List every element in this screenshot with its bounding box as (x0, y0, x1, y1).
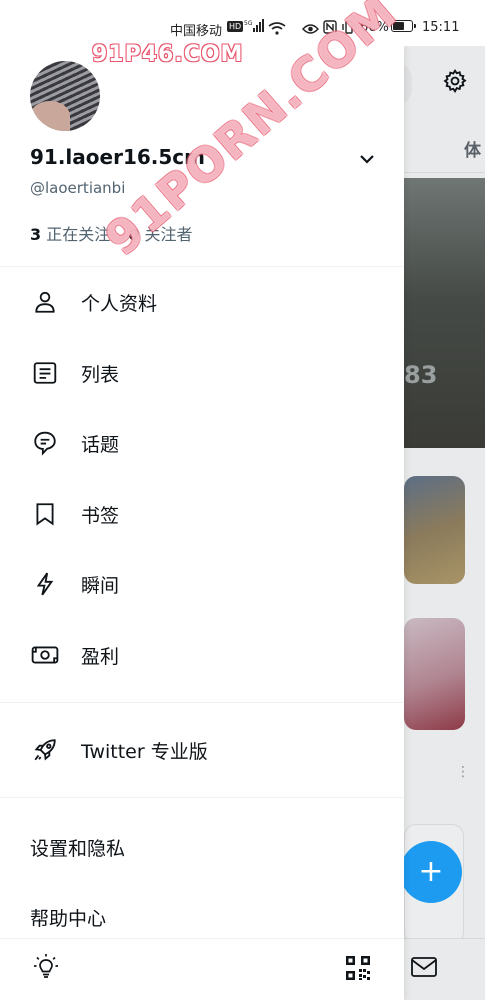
list-icon (31, 359, 59, 387)
menu-item-label: 个人资料 (81, 292, 158, 315)
menu-item-lists[interactable]: 列表 (0, 343, 404, 403)
watermark-top: 91P46.COM (92, 42, 244, 67)
divider (0, 797, 404, 798)
lightbulb-icon[interactable] (31, 952, 61, 986)
menu-item-professional[interactable]: Twitter 专业版 (0, 720, 404, 780)
background-photo-number: 83 (404, 361, 438, 389)
background-photo (404, 178, 485, 448)
background-thumbnail (404, 618, 465, 730)
menu-item-label: 列表 (81, 363, 120, 386)
hd-badge: HD (227, 21, 244, 32)
wifi-icon (268, 20, 286, 39)
moments-icon (31, 570, 59, 598)
following-count: 3 (30, 225, 42, 244)
menu-item-label: Twitter 专业版 (81, 740, 208, 763)
settings-gear-icon (442, 68, 468, 98)
bookmark-icon (31, 500, 59, 528)
menu-item-bookmarks[interactable]: 书签 (0, 484, 404, 544)
divider (0, 266, 404, 267)
network-type: 5G (244, 20, 253, 27)
qr-code-icon[interactable] (344, 954, 372, 986)
settings-privacy-link[interactable]: 设置和隐私 (30, 834, 125, 861)
background-search-bar (404, 64, 412, 104)
menu-item-label: 瞬间 (81, 574, 120, 597)
mail-icon[interactable] (410, 955, 438, 983)
avatar[interactable] (30, 61, 100, 131)
chevron-down-icon[interactable] (358, 150, 376, 169)
background-divider (404, 172, 485, 173)
background-tab-label: 体 (464, 141, 481, 161)
menu-item-monetization[interactable]: 盈利 (0, 625, 404, 685)
menu-item-topics[interactable]: 话题 (0, 413, 404, 473)
menu-item-profile[interactable]: 个人资料 (0, 272, 404, 332)
background-thumbnail (404, 476, 465, 584)
drawer-footer (0, 938, 404, 1000)
signal-icon: 5G (244, 18, 264, 37)
person-icon (31, 288, 59, 316)
more-options-icon: ⋮ (456, 764, 470, 780)
clock: 15:11 (422, 20, 460, 35)
background-timeline[interactable]: 体 83 ⋮ + (404, 46, 485, 1000)
monetization-icon (31, 641, 59, 669)
status-bar: 中国移动 HD 5G 66% 15:11 (0, 0, 485, 46)
topics-icon (31, 429, 59, 457)
menu-item-label: 话题 (81, 433, 120, 456)
user-handle: @laoertianbi (30, 179, 126, 197)
menu-item-label: 书签 (81, 504, 120, 527)
divider (0, 702, 404, 703)
menu-item-moments[interactable]: 瞬间 (0, 554, 404, 614)
help-center-link[interactable]: 帮助中心 (30, 904, 106, 931)
rocket-icon (31, 736, 59, 764)
menu-item-label: 盈利 (81, 645, 120, 668)
carrier-name: 中国移动 (170, 24, 223, 39)
background-bottom-nav (404, 938, 485, 1000)
